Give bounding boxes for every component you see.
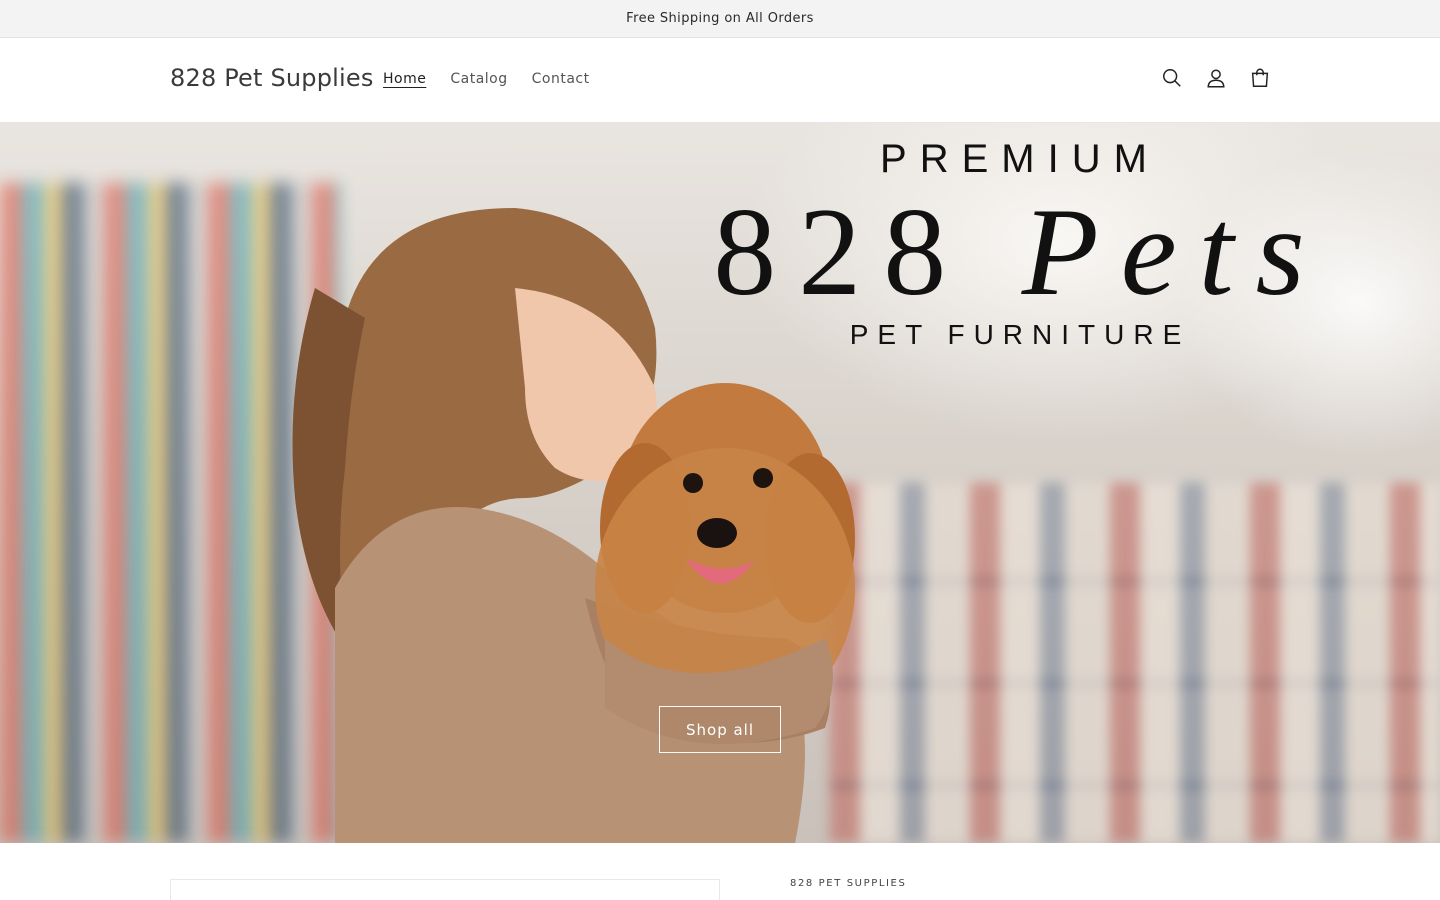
product-vendor: 828 PET SUPPLIES [790, 878, 907, 889]
hero-brand-word: Pets [1021, 183, 1327, 322]
main-nav: Home Catalog Contact [383, 71, 614, 87]
site-header: 828 Pet Supplies Home Catalog Contact [0, 38, 1440, 123]
hero-subtitle: PET FURNITURE [849, 319, 1191, 350]
hero-brand-title: 828 Pets [660, 183, 1380, 323]
nav-home[interactable]: Home [383, 71, 426, 87]
announcement-text: Free Shipping on All Orders [626, 11, 814, 26]
nav-contact[interactable]: Contact [532, 71, 590, 87]
account-icon[interactable] [1204, 66, 1228, 90]
featured-product-section: 828 PET SUPPLIES [0, 843, 1440, 900]
cart-icon[interactable] [1248, 66, 1272, 90]
hero-eyebrow: PREMIUM [880, 137, 1160, 181]
header-icons [1160, 66, 1272, 90]
hero-banner: PREMIUM 828 Pets PET FURNITURE Shop all [0, 123, 1440, 843]
shop-all-button[interactable]: Shop all [659, 706, 781, 753]
store-logo[interactable]: 828 Pet Supplies [170, 64, 374, 92]
hero-brand-number: 828 [713, 183, 969, 322]
announcement-bar: Free Shipping on All Orders [0, 0, 1440, 38]
search-icon[interactable] [1160, 66, 1184, 90]
nav-catalog[interactable]: Catalog [450, 71, 507, 87]
product-media-card[interactable] [170, 879, 720, 900]
